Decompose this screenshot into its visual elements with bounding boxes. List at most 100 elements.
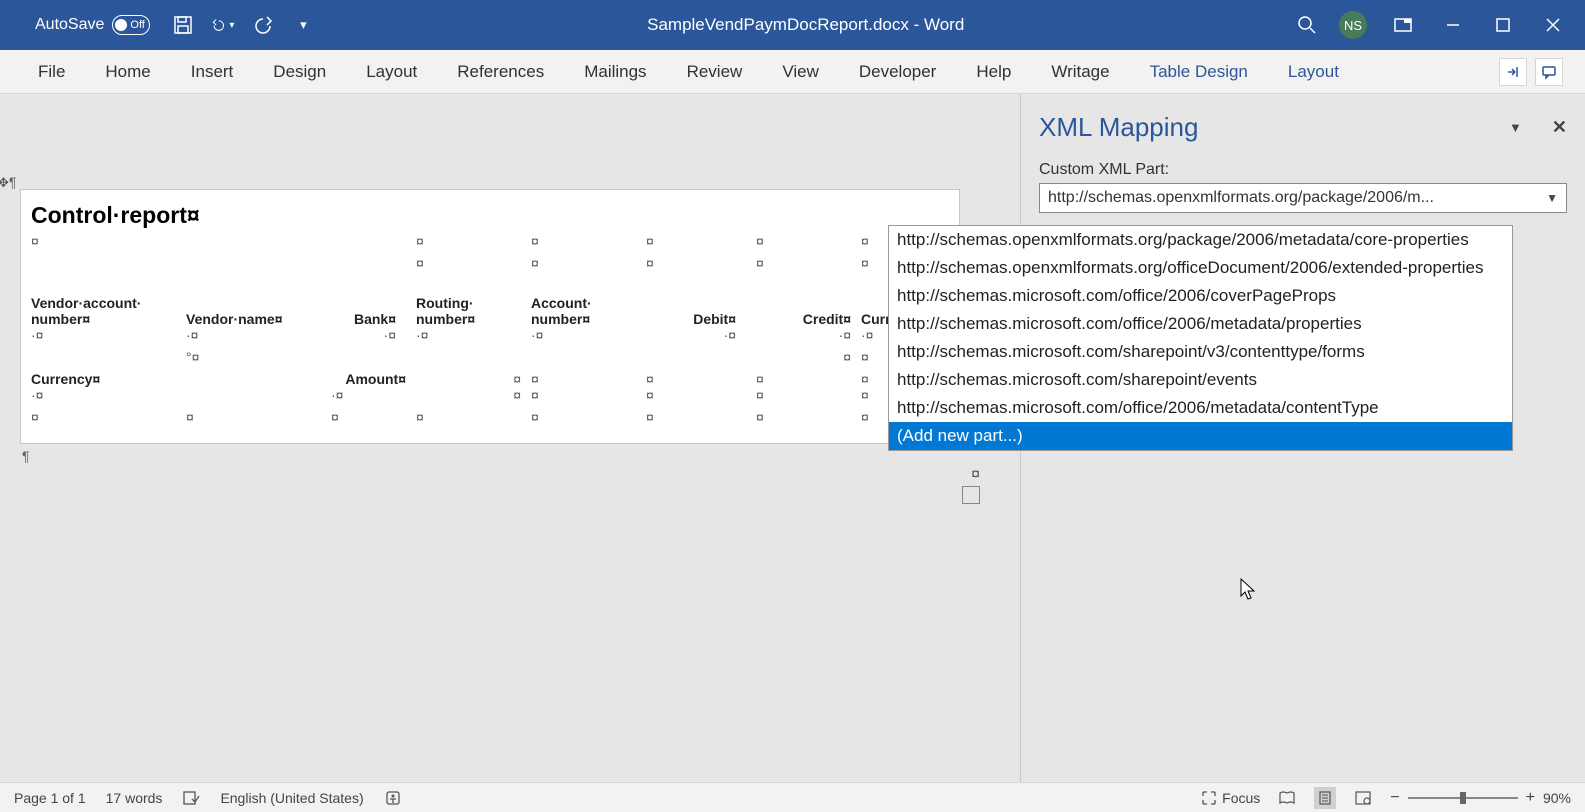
- table-cell: ¤: [416, 371, 531, 387]
- xml-part-dropdown: http://schemas.openxmlformats.org/packag…: [888, 225, 1513, 451]
- minimize-icon[interactable]: [1439, 14, 1467, 36]
- dropdown-item[interactable]: http://schemas.openxmlformats.org/office…: [889, 254, 1512, 282]
- tab-layout[interactable]: Layout: [346, 50, 437, 94]
- comments-icon[interactable]: [1535, 58, 1563, 86]
- close-icon[interactable]: [1539, 14, 1567, 36]
- table-cell: ·¤: [416, 327, 531, 349]
- web-layout-icon[interactable]: [1352, 787, 1374, 809]
- dropdown-item[interactable]: http://schemas.microsoft.com/office/2006…: [889, 394, 1512, 422]
- col-header: Debit¤: [646, 311, 756, 327]
- table-cell: ¤: [331, 409, 416, 431]
- print-layout-icon[interactable]: [1314, 787, 1336, 809]
- toggle-knob: [115, 19, 127, 31]
- zoom-control: − + 90%: [1390, 789, 1571, 807]
- tab-layout-table[interactable]: Layout: [1268, 50, 1359, 94]
- autosave-label: AutoSave: [35, 16, 104, 34]
- page-indicator[interactable]: Page 1 of 1: [14, 790, 86, 806]
- zoom-out-icon[interactable]: −: [1390, 789, 1399, 807]
- table-cell: ¤: [531, 387, 646, 409]
- maximize-icon[interactable]: [1489, 14, 1517, 36]
- tab-home[interactable]: Home: [85, 50, 170, 94]
- table-cell: ¤: [416, 387, 531, 409]
- tab-writage[interactable]: Writage: [1031, 50, 1129, 94]
- table-cell: ¤: [646, 233, 756, 255]
- table-cell: ¤: [756, 387, 861, 409]
- save-icon[interactable]: [172, 14, 194, 36]
- ribbon-extra: [1499, 58, 1567, 86]
- spellcheck-icon[interactable]: [182, 789, 200, 807]
- report-table: ¤ ¤ ¤ ¤ ¤ ¤ ¤ ¤ ¤ ¤ ¤ V: [31, 233, 949, 431]
- zoom-slider[interactable]: [1408, 797, 1518, 799]
- table-cell: ¤: [646, 371, 756, 387]
- tab-mailings[interactable]: Mailings: [564, 50, 666, 94]
- xml-part-combo[interactable]: http://schemas.openxmlformats.org/packag…: [1039, 183, 1567, 213]
- table-cell: ·¤: [31, 327, 186, 349]
- toggle-state: Off: [130, 19, 144, 31]
- dropdown-item[interactable]: http://schemas.openxmlformats.org/packag…: [889, 226, 1512, 254]
- word-count[interactable]: 17 words: [106, 790, 163, 806]
- zoom-level[interactable]: 90%: [1543, 790, 1571, 806]
- user-avatar[interactable]: NS: [1339, 11, 1367, 39]
- table-cell: ¤: [971, 466, 980, 484]
- close-pane-icon[interactable]: ✕: [1552, 117, 1567, 138]
- paragraph-mark: ¶: [22, 448, 1010, 464]
- tab-references[interactable]: References: [437, 50, 564, 94]
- tab-developer[interactable]: Developer: [839, 50, 957, 94]
- dropdown-item[interactable]: http://schemas.microsoft.com/sharepoint/…: [889, 338, 1512, 366]
- pane-header: XML Mapping ▼ ✕: [1039, 112, 1567, 143]
- col-header: number¤: [416, 311, 531, 327]
- document-title: SampleVendPaymDocReport.docx - Word: [314, 15, 1297, 35]
- table-cell: ¤: [531, 409, 646, 431]
- table-cell: ¤: [756, 233, 861, 255]
- tab-table-design[interactable]: Table Design: [1130, 50, 1268, 94]
- table-cell: ¤: [756, 349, 861, 371]
- accessibility-icon[interactable]: [384, 789, 402, 807]
- quick-access-toolbar: ▾ ▾: [172, 14, 314, 36]
- table-resize-handle[interactable]: [962, 486, 980, 504]
- table-cell: ¤: [416, 233, 531, 255]
- table-cell: ¤: [531, 371, 646, 387]
- table-cell: ·¤: [331, 387, 416, 409]
- col-header: Account·: [531, 295, 646, 311]
- read-mode-icon[interactable]: [1276, 787, 1298, 809]
- table-cell: °¤: [186, 349, 331, 371]
- col-header: Currency¤: [31, 371, 186, 387]
- customize-qat-icon[interactable]: ▾: [292, 14, 314, 36]
- dropdown-item-add-new[interactable]: (Add new part...): [889, 422, 1512, 450]
- col-header: Routing·: [416, 295, 531, 311]
- language-indicator[interactable]: English (United States): [220, 790, 363, 806]
- search-icon[interactable]: [1297, 15, 1317, 35]
- table-cell: ¤: [186, 409, 331, 431]
- col-header: Bank¤: [331, 311, 416, 327]
- table-cell: ¤: [756, 255, 861, 277]
- table-cell: ¤: [416, 409, 531, 431]
- table-anchor-icon[interactable]: ✥¶: [0, 174, 16, 191]
- combo-label: Custom XML Part:: [1039, 161, 1567, 179]
- table-cell: ¤: [531, 233, 646, 255]
- undo-icon[interactable]: ▾: [212, 14, 234, 36]
- dropdown-item[interactable]: http://schemas.microsoft.com/sharepoint/…: [889, 366, 1512, 394]
- tab-view[interactable]: View: [762, 50, 839, 94]
- toggle-switch[interactable]: Off: [112, 15, 150, 35]
- pane-options-icon[interactable]: ▼: [1509, 120, 1522, 135]
- titlebar: AutoSave Off ▾ ▾ SampleVendPaymDocReport…: [0, 0, 1585, 50]
- share-icon[interactable]: [1499, 58, 1527, 86]
- tab-design[interactable]: Design: [253, 50, 346, 94]
- tab-insert[interactable]: Insert: [171, 50, 254, 94]
- tab-review[interactable]: Review: [667, 50, 763, 94]
- col-header: Vendor·account·: [31, 295, 186, 311]
- table-cell: ·¤: [31, 387, 186, 409]
- table-cell: ·¤: [331, 327, 416, 349]
- tab-help[interactable]: Help: [956, 50, 1031, 94]
- dropdown-item[interactable]: http://schemas.microsoft.com/office/2006…: [889, 310, 1512, 338]
- table-cell: ¤: [416, 255, 531, 277]
- zoom-in-icon[interactable]: +: [1526, 789, 1535, 807]
- document-area[interactable]: ✥¶ Control·report¤ ¤ ¤ ¤ ¤ ¤ ¤ ¤ ¤ ¤: [0, 94, 1020, 782]
- redo-icon[interactable]: [252, 14, 274, 36]
- autosave-toggle[interactable]: AutoSave Off: [35, 15, 150, 35]
- ribbon-display-icon[interactable]: [1389, 14, 1417, 36]
- dropdown-item[interactable]: http://schemas.microsoft.com/office/2006…: [889, 282, 1512, 310]
- tab-file[interactable]: File: [18, 50, 85, 94]
- combo-value: http://schemas.openxmlformats.org/packag…: [1048, 189, 1434, 207]
- focus-mode[interactable]: Focus: [1201, 790, 1260, 806]
